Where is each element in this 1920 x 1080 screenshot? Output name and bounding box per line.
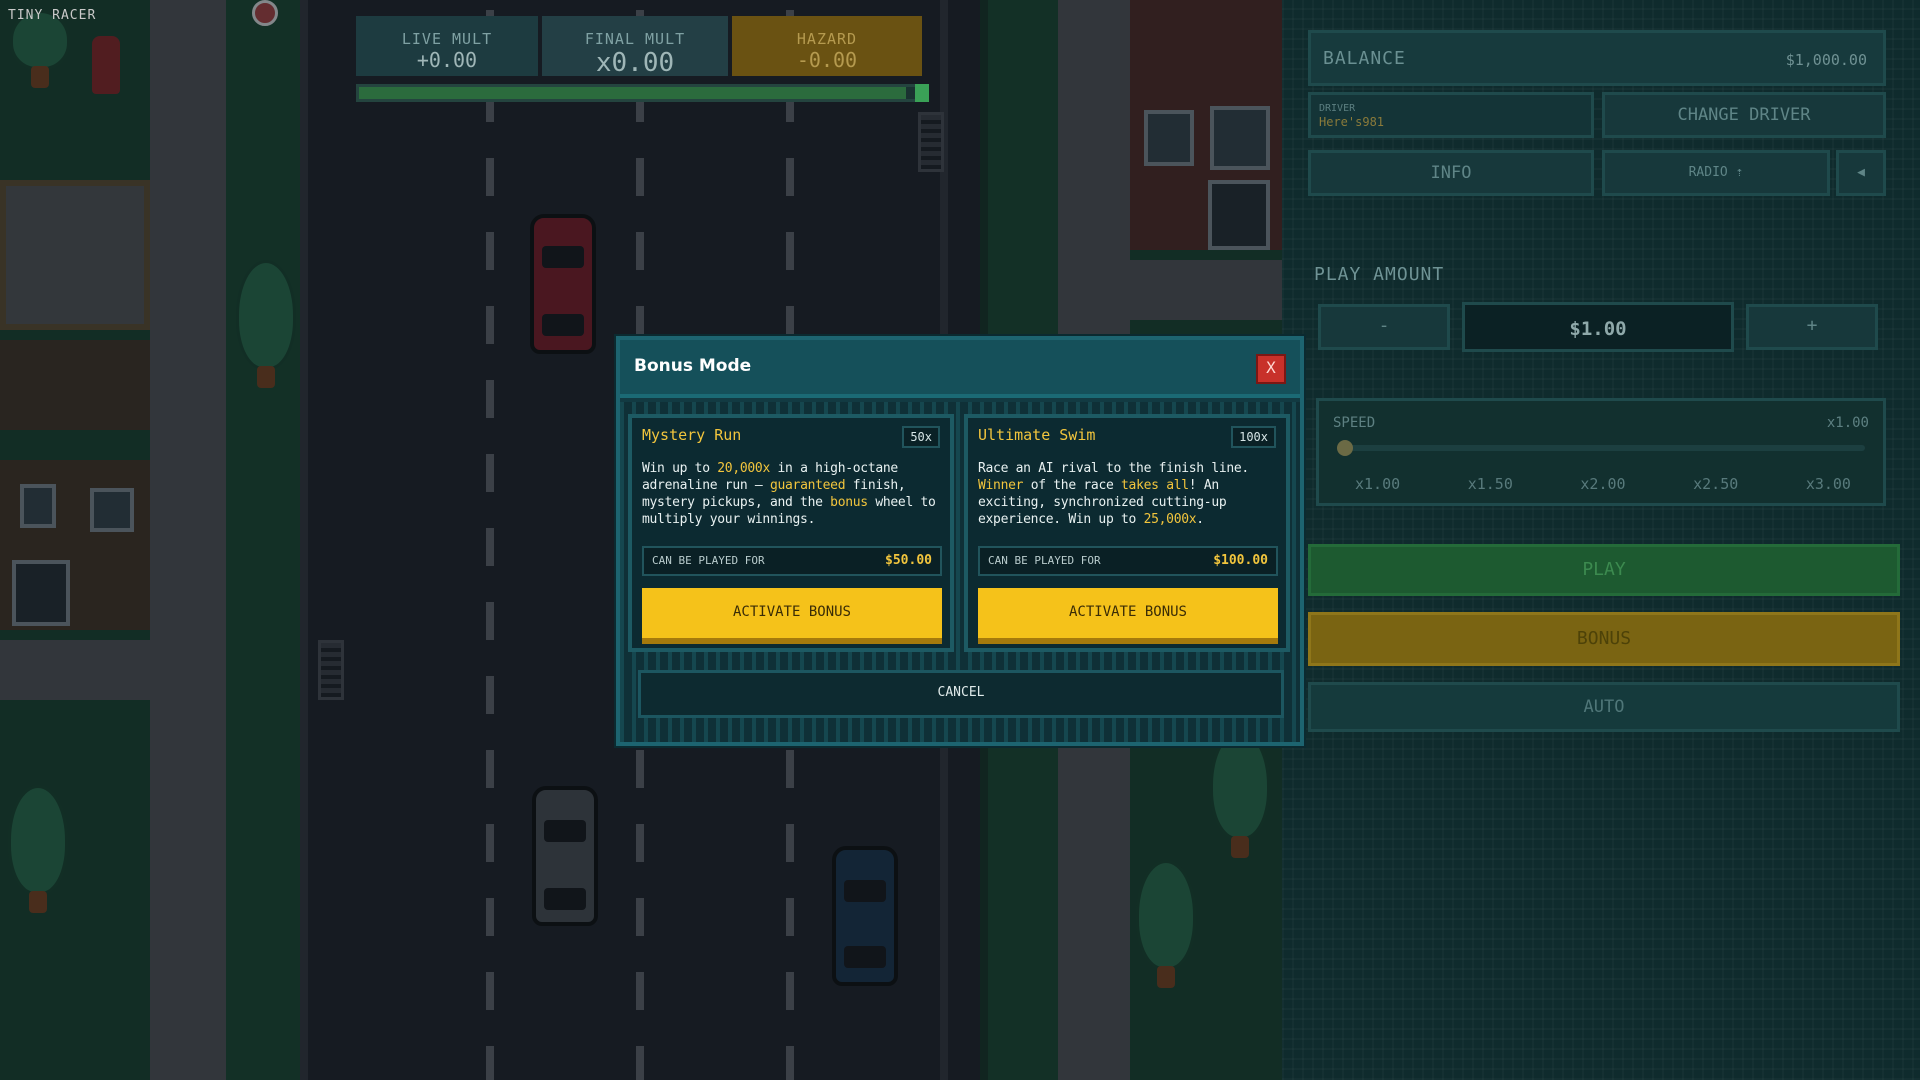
speed-slider-handle[interactable] <box>1337 440 1353 456</box>
price-label: CAN BE PLAYED FOR <box>988 554 1101 567</box>
description-text: . <box>1196 512 1204 527</box>
price-label: CAN BE PLAYED FOR <box>652 554 765 567</box>
play-button[interactable]: PLAY <box>1308 544 1900 596</box>
speed-option[interactable]: x3.00 <box>1806 475 1851 493</box>
final-mult-panel: FINAL MULT x0.00 <box>542 16 728 78</box>
activate-bonus-button[interactable]: ACTIVATE BONUS <box>642 588 942 644</box>
race-progress-bar <box>356 84 929 102</box>
live-mult-label: LIVE MULT <box>401 30 493 48</box>
bonus-cost-badge: 50x <box>902 426 940 448</box>
speaker-icon: ◀ <box>1857 165 1865 180</box>
info-button[interactable]: INFO <box>1308 150 1594 196</box>
race-progress-fill <box>359 87 907 99</box>
play-amount-label: PLAY AMOUNT <box>1314 264 1445 285</box>
dialog-title: Bonus Mode <box>634 356 752 376</box>
cancel-button[interactable]: CANCEL <box>638 670 1284 718</box>
hud: LIVE MULT +0.00 FINAL MULT x0.00 HAZARD … <box>356 16 929 102</box>
bonus-card-description: Race an AI rival to the finish line. Win… <box>978 460 1282 528</box>
close-button[interactable]: X <box>1256 354 1286 384</box>
increase-amount-button[interactable]: + <box>1746 304 1878 350</box>
balance-value: $1,000.00 <box>1785 51 1867 69</box>
driver-label: DRIVER <box>1319 103 1356 114</box>
radio-button[interactable]: RADIO ⇡ <box>1602 150 1830 196</box>
close-icon: X <box>1266 358 1276 377</box>
highlight-text: 25,000x <box>1143 512 1197 527</box>
change-driver-button[interactable]: CHANGE DRIVER <box>1602 92 1886 138</box>
balance-box: BALANCE $1,000.00 <box>1308 30 1886 86</box>
auto-button[interactable]: AUTO <box>1308 682 1900 732</box>
speed-option[interactable]: x2.00 <box>1580 475 1625 493</box>
game-title: TINY RACER <box>8 8 97 23</box>
finish-marker <box>915 84 929 102</box>
sound-toggle-button[interactable]: ◀ <box>1836 150 1886 196</box>
highlight-text: 20,000x <box>717 461 770 476</box>
description-text: Race an AI rival to the finish line. <box>978 461 1249 476</box>
bonus-card-title: Ultimate Swim <box>978 426 1096 444</box>
control-panel: BALANCE $1,000.00 DRIVER Here's981 CHANG… <box>1282 0 1920 1080</box>
bonus-button[interactable]: BONUS <box>1308 612 1900 666</box>
speed-control: SPEED x1.00 x1.00 x1.50 x2.00 x2.50 x3.0… <box>1316 398 1886 506</box>
description-text: Win up to <box>642 461 718 476</box>
highlight-text: takes all <box>1121 478 1189 493</box>
bonus-card-mystery-run: Mystery Run 50x Win up to 20,000x in a h… <box>628 414 954 652</box>
bonus-mode-dialog: Bonus Mode X Mystery Run 50x Win up to 2… <box>616 336 1304 746</box>
final-mult-value: x0.00 <box>595 48 675 78</box>
speed-slider[interactable] <box>1337 440 1865 456</box>
play-amount-display: $1.00 <box>1462 302 1734 352</box>
price-value: $50.00 <box>885 553 932 568</box>
speed-option[interactable]: x2.50 <box>1693 475 1738 493</box>
highlight-text: Winner <box>978 478 1024 493</box>
live-mult-panel: LIVE MULT +0.00 <box>356 16 538 76</box>
speed-value: x1.00 <box>1826 415 1869 431</box>
driver-name: Here's981 <box>1319 115 1385 129</box>
hazard-value: -0.00 <box>796 48 858 72</box>
description-text: of the race <box>1023 478 1122 493</box>
bonus-price-box: CAN BE PLAYED FOR $50.00 <box>642 546 942 576</box>
speed-label: SPEED <box>1333 415 1376 431</box>
balance-label: BALANCE <box>1323 48 1406 69</box>
final-mult-label: FINAL MULT <box>584 30 686 48</box>
bonus-price-box: CAN BE PLAYED FOR $100.00 <box>978 546 1278 576</box>
speed-options: x1.00 x1.50 x2.00 x2.50 x3.00 <box>1333 475 1873 493</box>
hazard-label: HAZARD <box>796 30 858 48</box>
activate-bonus-button[interactable]: ACTIVATE BONUS <box>978 588 1278 644</box>
speed-option[interactable]: x1.50 <box>1468 475 1513 493</box>
highlight-text: bonus <box>830 495 868 510</box>
highlight-text: guaranteed <box>769 478 846 493</box>
bonus-card-description: Win up to 20,000x in a high-octane adren… <box>642 460 946 528</box>
dialog-header: Bonus Mode X <box>620 340 1300 398</box>
price-value: $100.00 <box>1213 553 1268 568</box>
bonus-cost-badge: 100x <box>1231 426 1276 448</box>
play-amount-value: $1.00 <box>1569 318 1627 340</box>
dialog-body: Mystery Run 50x Win up to 20,000x in a h… <box>620 402 1300 742</box>
speed-option[interactable]: x1.00 <box>1355 475 1400 493</box>
bonus-card-ultimate-swim: Ultimate Swim 100x Race an AI rival to t… <box>964 414 1290 652</box>
hazard-panel: HAZARD -0.00 <box>732 16 922 76</box>
live-mult-value: +0.00 <box>416 48 478 72</box>
decrease-amount-button[interactable]: - <box>1318 304 1450 350</box>
bonus-card-title: Mystery Run <box>642 426 742 444</box>
driver-box: DRIVER Here's981 <box>1308 92 1594 138</box>
